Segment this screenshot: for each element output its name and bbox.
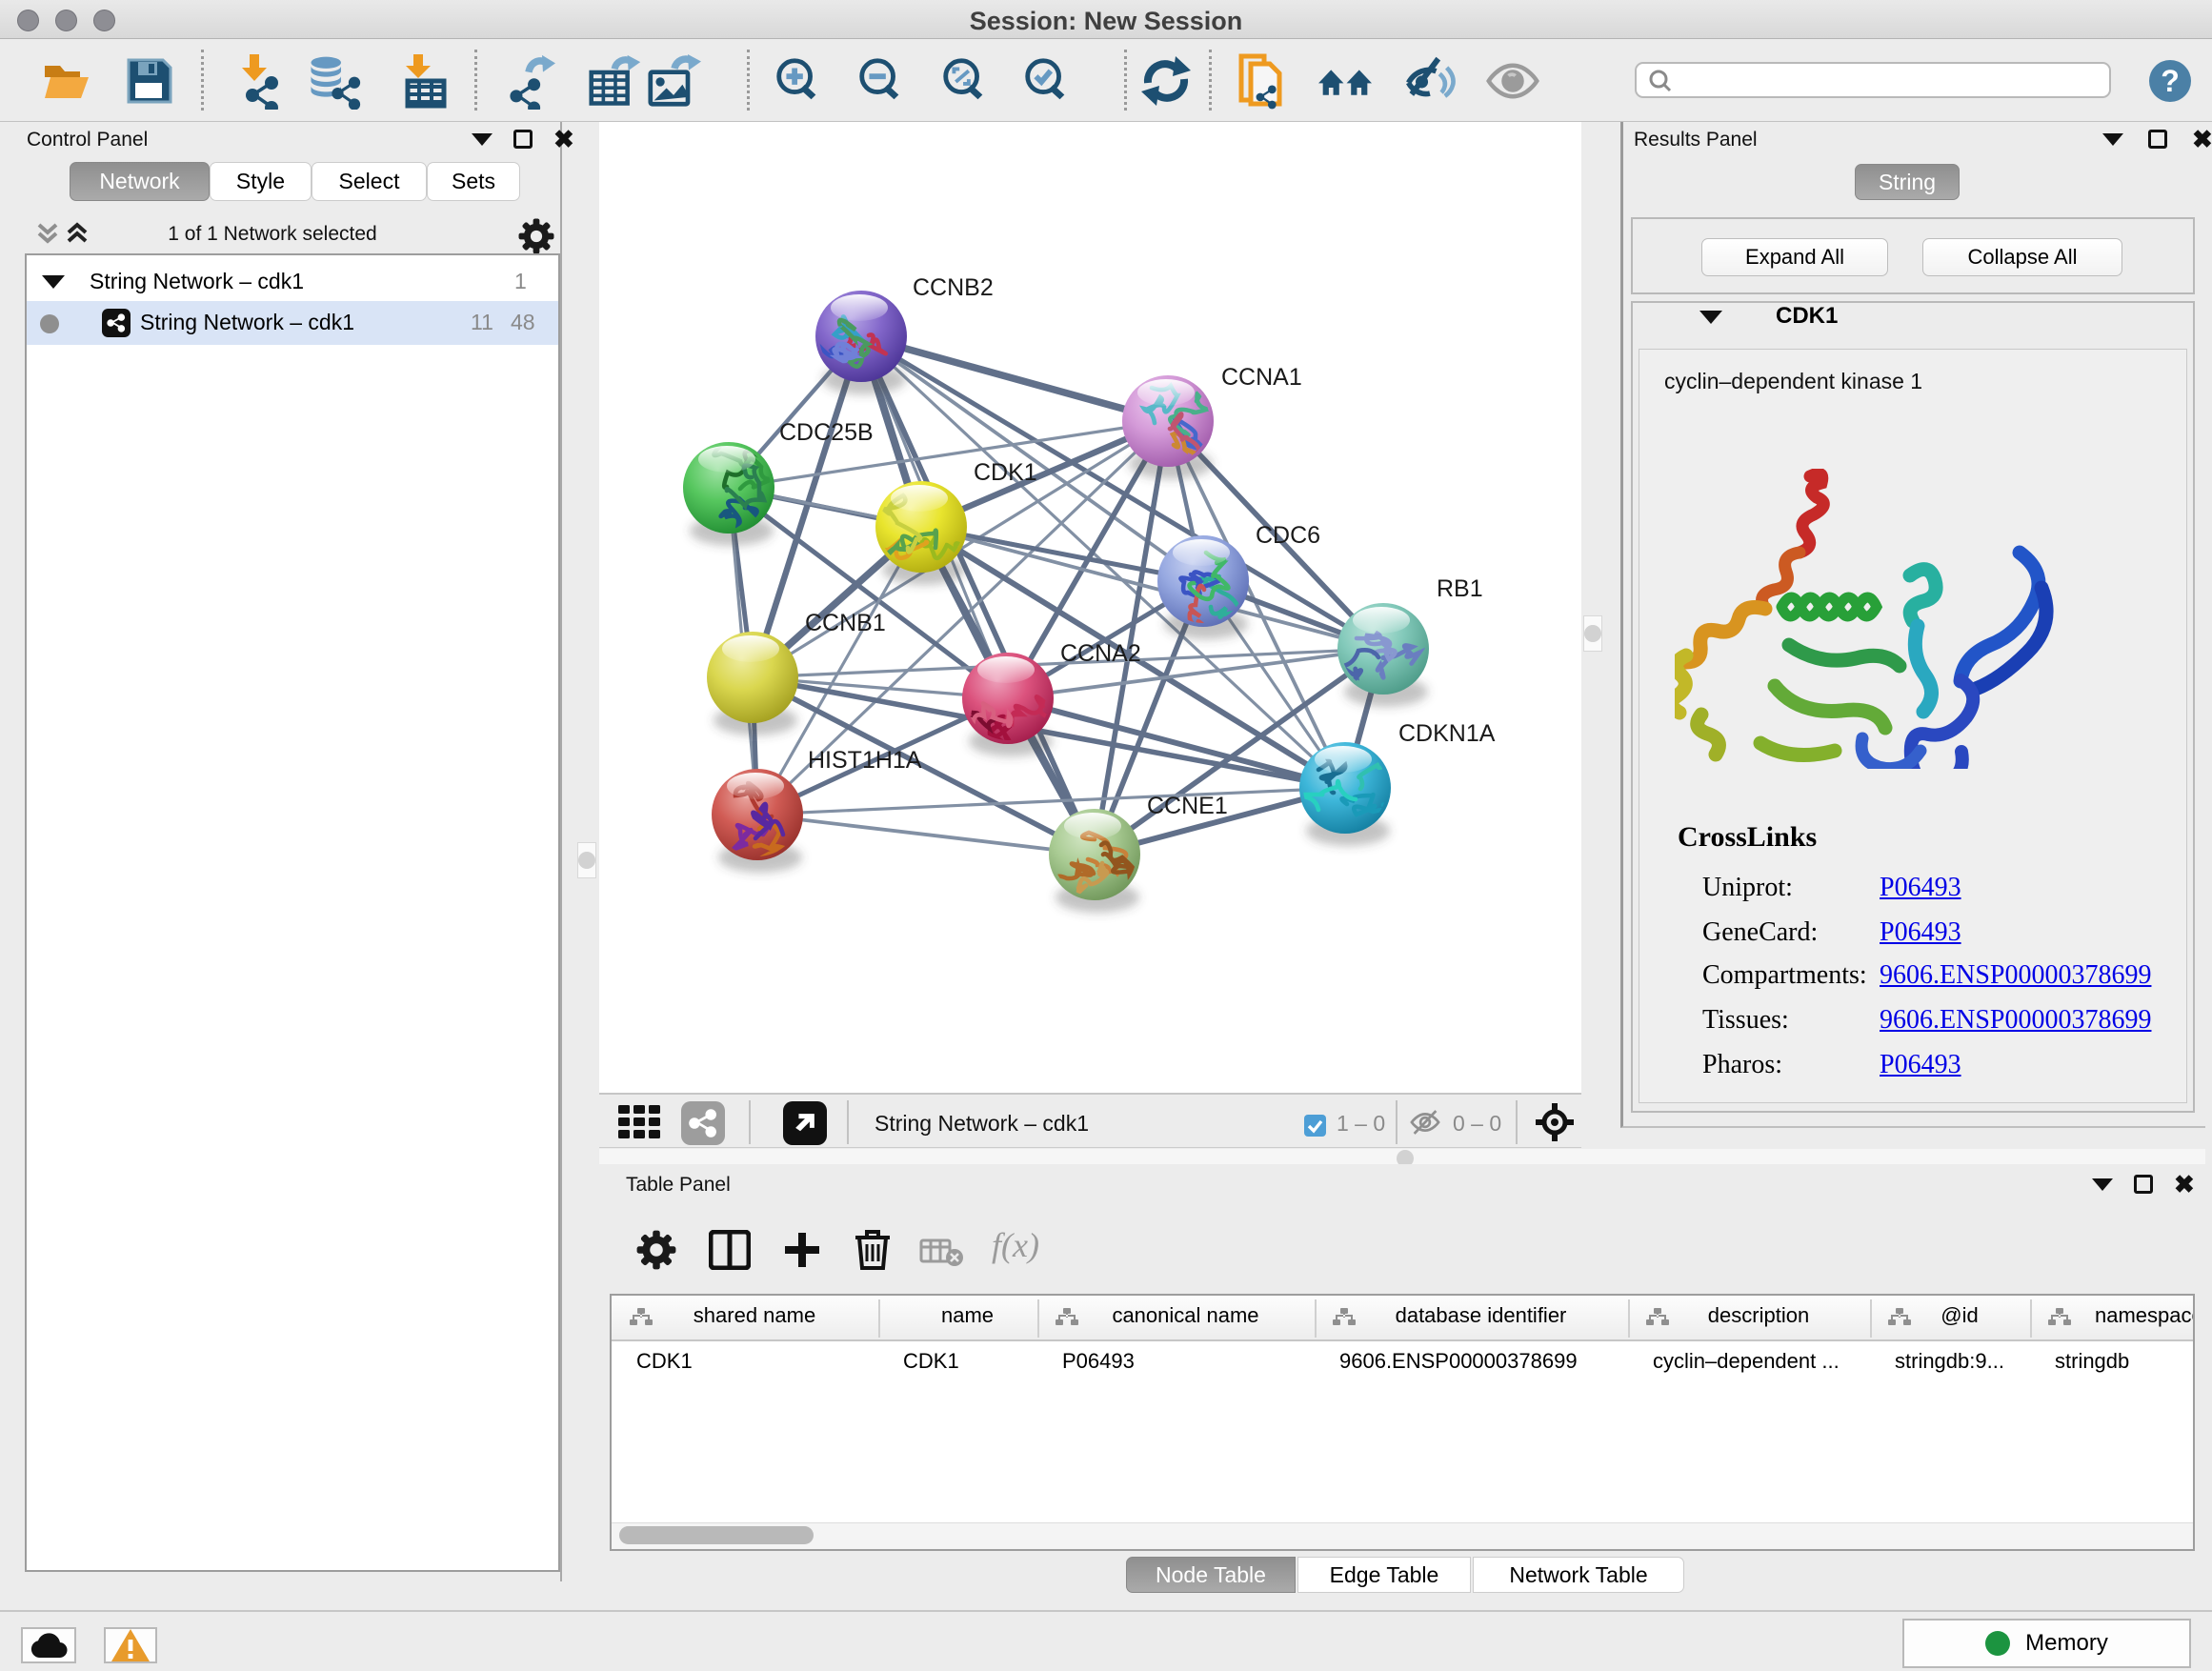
svg-text:CCNB1: CCNB1 <box>805 610 886 636</box>
svg-text:CCNA1: CCNA1 <box>1221 364 1302 391</box>
svg-text:CDK1: CDK1 <box>974 459 1037 486</box>
svg-text:CCNB2: CCNB2 <box>913 274 994 301</box>
svg-text:CDC25B: CDC25B <box>779 419 874 446</box>
svg-text:HIST1H1A: HIST1H1A <box>808 747 922 774</box>
svg-text:CDC6: CDC6 <box>1256 522 1320 549</box>
svg-text:RB1: RB1 <box>1437 575 1483 602</box>
svg-text:CCNE1: CCNE1 <box>1147 793 1228 819</box>
svg-text:CCNA2: CCNA2 <box>1060 640 1141 667</box>
svg-text:CDKN1A: CDKN1A <box>1398 720 1496 747</box>
